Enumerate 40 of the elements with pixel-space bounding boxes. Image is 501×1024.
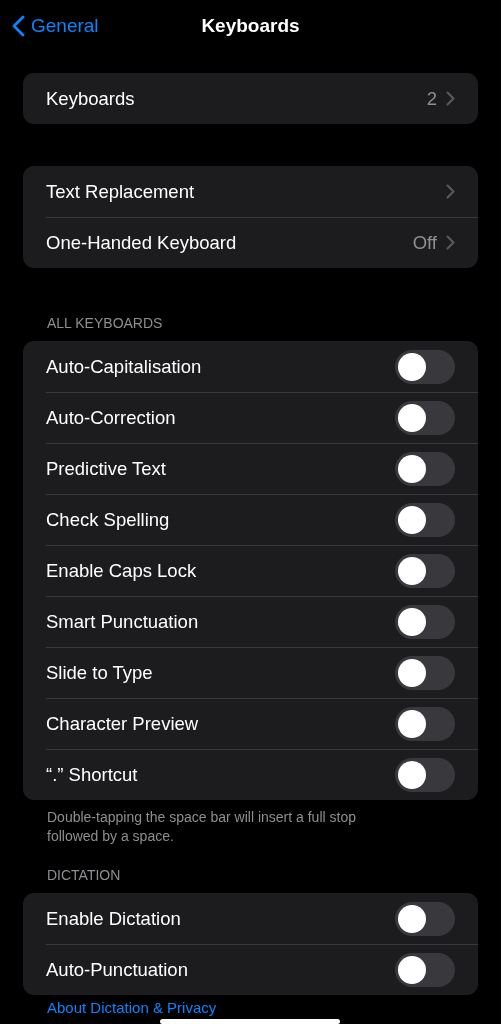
row-label: Auto-Punctuation xyxy=(46,957,189,982)
toggle-switch[interactable] xyxy=(395,553,455,588)
chevron-icon xyxy=(446,91,455,106)
back-button[interactable]: General xyxy=(12,12,99,41)
toggle-switch[interactable] xyxy=(395,451,455,486)
page-title: Keyboards xyxy=(201,14,300,38)
row-label: Slide to Type xyxy=(46,660,154,685)
row-label: Character Preview xyxy=(46,711,200,736)
row-label: Auto-Capitalisation xyxy=(46,354,203,379)
chevron-icon xyxy=(446,235,455,250)
toggle-switch[interactable] xyxy=(395,706,455,741)
settings-row[interactable]: One-Handed Keyboard Off xyxy=(23,217,478,268)
section-footer: Double-tapping the space bar will insert a full stop followed by a space. xyxy=(0,800,501,846)
row-label: Smart Punctuation xyxy=(46,609,200,634)
toggle-switch[interactable] xyxy=(395,901,455,936)
toggle-switch[interactable] xyxy=(395,952,455,987)
toggle-switch[interactable] xyxy=(395,604,455,639)
back-chevron-icon xyxy=(12,15,25,38)
row-value: 2 xyxy=(426,86,437,111)
row-label: Text Replacement xyxy=(46,179,196,204)
row-label: “.” Shortcut xyxy=(46,762,139,787)
section-header: DICTATION xyxy=(46,866,122,885)
toggle-switch[interactable] xyxy=(395,502,455,537)
section-header: ALL KEYBOARDS xyxy=(46,314,164,333)
toggle-switch[interactable] xyxy=(395,757,455,792)
chevron-icon xyxy=(446,184,455,199)
row-label: Predictive Text xyxy=(46,456,167,481)
settings-row[interactable]: Keyboards 2 xyxy=(23,73,478,124)
row-label: Check Spelling xyxy=(46,507,171,532)
row-label: Keyboards xyxy=(46,86,136,111)
privacy-link[interactable]: About Dictation & Privacy xyxy=(47,997,217,1020)
row-label: Enable Caps Lock xyxy=(46,558,198,583)
row-label: One-Handed Keyboard xyxy=(46,230,238,255)
settings-row[interactable]: Text Replacement xyxy=(23,166,478,217)
toggle-switch[interactable] xyxy=(395,655,455,690)
toggle-switch[interactable] xyxy=(395,349,455,384)
row-value: Off xyxy=(412,230,437,255)
row-label: Auto-Correction xyxy=(46,405,177,430)
row-label: Enable Dictation xyxy=(46,906,182,931)
toggle-switch[interactable] xyxy=(395,400,455,435)
